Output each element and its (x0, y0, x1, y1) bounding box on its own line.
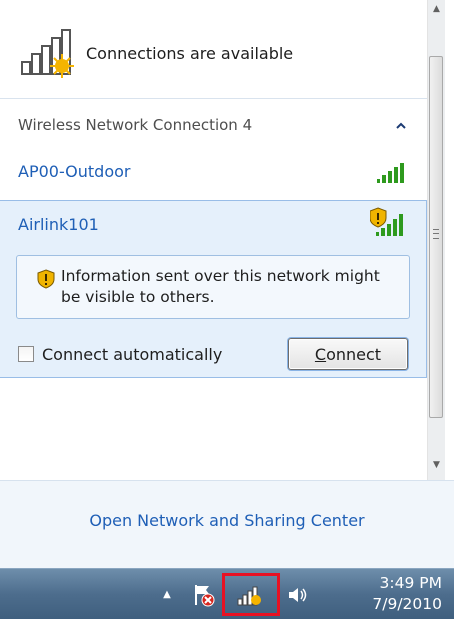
flyout-title: Connections are available (86, 43, 294, 63)
connect-button[interactable]: Connect (288, 338, 408, 370)
scrollbar-grip (433, 229, 439, 239)
connect-automatically-label[interactable]: Connect automatically (42, 345, 222, 364)
connect-button-accel: C (314, 344, 327, 364)
network-name: AP00-Outdoor (18, 162, 131, 181)
connect-button-label: onnect (326, 344, 382, 364)
selected-network-panel[interactable]: Airlink101 Information sent over this ne… (0, 200, 427, 378)
scroll-down-arrow-icon[interactable]: ▼ (428, 456, 445, 474)
network-flyout: Connections are available Wireless Netwo… (0, 0, 454, 480)
network-item[interactable]: AP00-Outdoor (0, 150, 428, 194)
shield-warning-icon (37, 269, 55, 293)
flyout-header: Connections are available (18, 28, 293, 78)
signal-strength-icon (376, 162, 406, 188)
header-divider (0, 98, 427, 99)
scroll-up-arrow-icon[interactable]: ▲ (428, 0, 445, 18)
clock-date: 7/9/2010 (372, 595, 442, 613)
volume-icon[interactable] (282, 569, 314, 620)
network-available-icon (18, 28, 84, 78)
tray-highlight-box (222, 573, 280, 616)
open-network-sharing-link[interactable]: Open Network and Sharing Center (0, 511, 454, 530)
clock-time: 3:49 PM (379, 574, 442, 592)
show-hidden-icons-arrow[interactable]: ▲ (158, 569, 176, 620)
flyout-footer: Open Network and Sharing Center (0, 480, 454, 568)
adapter-section-header[interactable]: Wireless Network Connection 4 (18, 113, 410, 137)
clock[interactable]: 3:49 PM 7/9/2010 (332, 573, 442, 615)
chevron-up-icon[interactable] (392, 116, 410, 134)
connect-automatically-option[interactable]: Connect automatically (18, 343, 222, 365)
network-name: Airlink101 (18, 215, 99, 234)
taskbar: ▲ 3:49 PM 7/9/2010 (0, 568, 454, 619)
security-warning: Information sent over this network might… (16, 255, 410, 319)
adapter-name: Wireless Network Connection 4 (18, 116, 253, 134)
unsecured-signal-icon (369, 207, 404, 241)
action-center-flag-icon[interactable] (190, 569, 218, 620)
scrollbar-thumb[interactable] (429, 56, 443, 418)
scrollbar[interactable]: ▲ ▼ (427, 0, 445, 480)
connect-automatically-checkbox[interactable] (18, 346, 34, 362)
warning-text: Information sent over this network might… (61, 267, 380, 306)
